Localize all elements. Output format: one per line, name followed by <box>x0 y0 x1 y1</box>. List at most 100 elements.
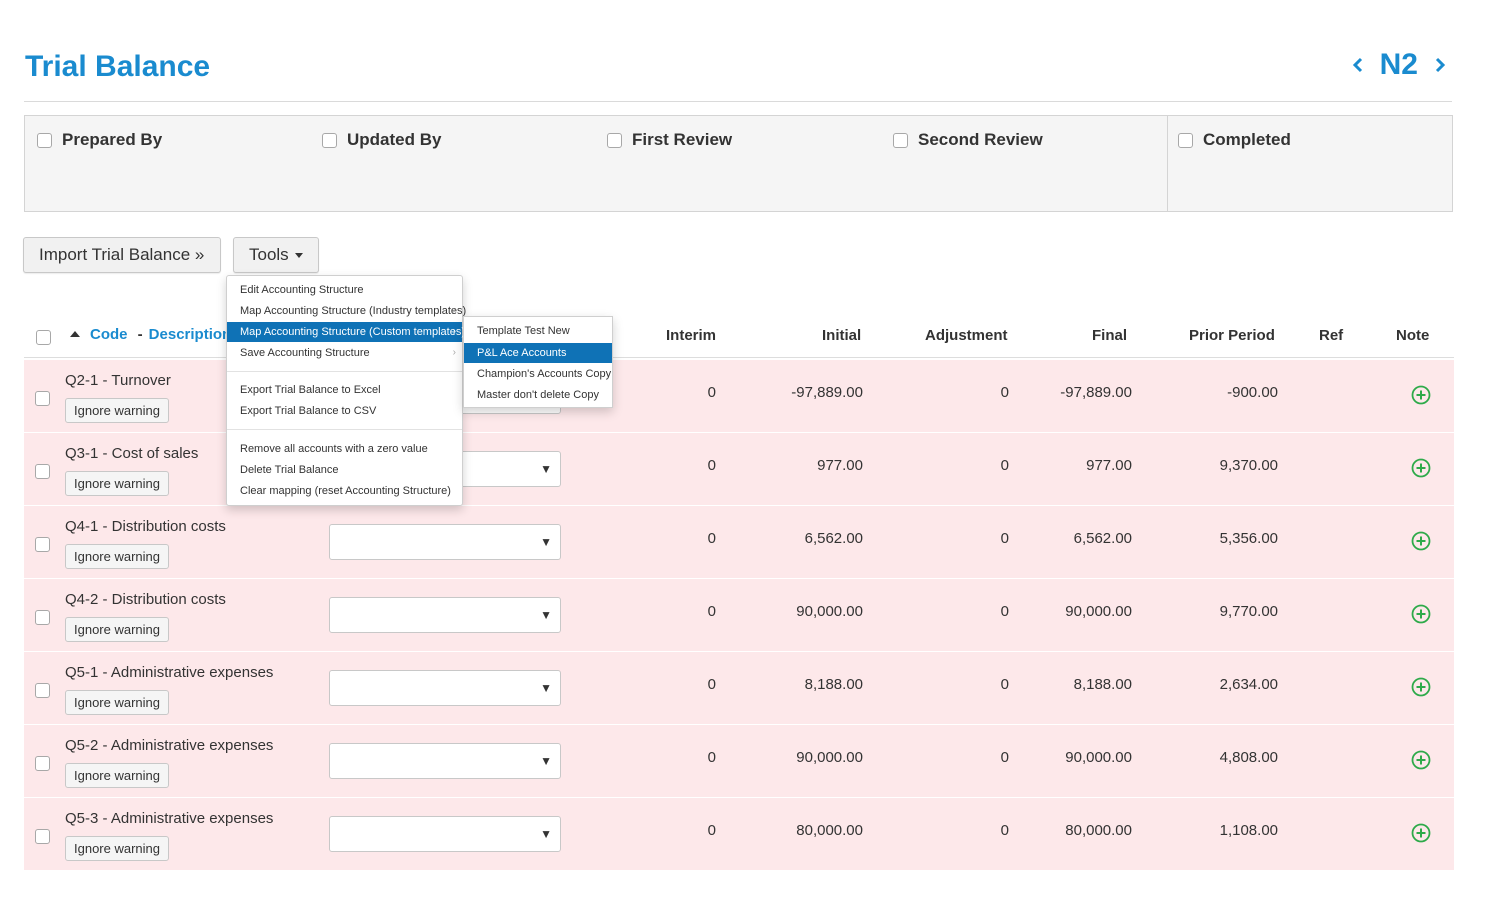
menu-item-remove-zero[interactable]: Remove all accounts with a zero value <box>227 439 462 459</box>
updated-by-checkbox[interactable] <box>322 132 337 148</box>
description-header-link[interactable]: Description <box>149 326 232 343</box>
first-review-checkbox[interactable] <box>607 132 622 148</box>
adjustment-value: 0 <box>1000 749 1009 766</box>
section-navigation: N2 <box>1352 48 1446 82</box>
select-arrow-icon: ▼ <box>540 535 552 549</box>
template-item[interactable]: Champion's Accounts Copy <box>464 364 612 384</box>
adjustment-value: 0 <box>1000 530 1009 547</box>
plus-circle-icon[interactable] <box>1411 677 1431 697</box>
code-description-header[interactable]: Code - Description <box>70 326 231 343</box>
menu-item-save-structure[interactable]: Save Accounting Structure › <box>227 343 462 363</box>
ignore-warning-button[interactable]: Ignore warning <box>65 763 169 788</box>
row-checkbox[interactable] <box>35 756 50 771</box>
ignore-warning-button[interactable]: Ignore warning <box>65 690 169 715</box>
ignore-warning-button[interactable]: Ignore warning <box>65 398 169 423</box>
menu-item-delete-tb[interactable]: Delete Trial Balance <box>227 460 462 480</box>
select-all-checkbox[interactable] <box>36 330 51 345</box>
mapping-select[interactable]: ▼ <box>329 597 561 633</box>
plus-circle-icon[interactable] <box>1411 823 1431 843</box>
page-title: Trial Balance <box>25 50 211 83</box>
final-header: Final <box>1092 327 1128 344</box>
header-separator: - <box>137 326 143 343</box>
import-trial-balance-button[interactable]: Import Trial Balance » <box>23 237 221 273</box>
signoff-completed[interactable]: Completed <box>1178 130 1291 150</box>
adjustment-value: 0 <box>1000 603 1009 620</box>
ignore-warning-button[interactable]: Ignore warning <box>65 544 169 569</box>
mapping-select[interactable]: ▼ <box>329 816 561 852</box>
ignore-warning-button[interactable]: Ignore warning <box>65 617 169 642</box>
submenu-arrow-icon: › <box>452 305 456 316</box>
menu-item-label: Export Trial Balance to Excel <box>240 384 381 396</box>
ref-header: Ref <box>1319 327 1344 344</box>
template-item[interactable]: Template Test New <box>464 321 612 341</box>
interim-value: 0 <box>707 384 716 401</box>
tools-dropdown-button[interactable]: Tools <box>233 237 319 273</box>
mapping-select[interactable]: ▼ <box>329 524 561 560</box>
menu-item-export-excel[interactable]: Export Trial Balance to Excel <box>227 380 462 400</box>
signoff-first-review[interactable]: First Review <box>607 130 732 150</box>
final-value: -97,889.00 <box>1060 384 1132 401</box>
first-review-label: First Review <box>632 130 733 149</box>
next-section-button[interactable] <box>1434 57 1446 73</box>
interim-value: 0 <box>707 676 716 693</box>
plus-circle-icon[interactable] <box>1411 750 1431 770</box>
prev-section-button[interactable] <box>1352 57 1364 73</box>
initial-value: 90,000.00 <box>796 749 863 766</box>
interim-header: Interim <box>666 327 717 344</box>
tools-menu: Edit Accounting Structure Map Accounting… <box>226 275 466 506</box>
adjustment-value: 0 <box>1000 384 1009 401</box>
menu-item-map-industry[interactable]: Map Accounting Structure (Industry templ… <box>227 301 466 321</box>
completed-checkbox[interactable] <box>1178 132 1193 148</box>
signoff-divider <box>1167 116 1168 211</box>
menu-item-map-custom[interactable]: Map Accounting Structure (Custom templat… <box>227 322 465 342</box>
table-row: Q4-2 - Distribution costs Ignore warning… <box>24 579 1454 652</box>
code-header-link[interactable]: Code <box>90 326 128 343</box>
template-item[interactable]: P&L Ace Accounts <box>464 343 612 363</box>
menu-item-clear-mapping[interactable]: Clear mapping (reset Accounting Structur… <box>227 481 462 501</box>
plus-circle-icon[interactable] <box>1411 458 1431 478</box>
prior-period-value: 5,356.00 <box>1219 530 1278 547</box>
ignore-warning-button[interactable]: Ignore warning <box>65 471 169 496</box>
initial-value: -97,889.00 <box>791 384 863 401</box>
final-value: 80,000.00 <box>1065 822 1132 839</box>
prior-period-value: 9,770.00 <box>1219 603 1278 620</box>
menu-item-export-csv[interactable]: Export Trial Balance to CSV <box>227 401 462 421</box>
plus-circle-icon[interactable] <box>1411 531 1431 551</box>
adjustment-value: 0 <box>1000 676 1009 693</box>
menu-item-edit-structure[interactable]: Edit Accounting Structure <box>227 280 462 300</box>
initial-value: 90,000.00 <box>796 603 863 620</box>
ignore-warning-button[interactable]: Ignore warning <box>65 836 169 861</box>
menu-item-label: Map Accounting Structure (Custom templat… <box>240 326 465 338</box>
mapping-select[interactable]: ▼ <box>329 743 561 779</box>
account-description: Q4-2 - Distribution costs <box>65 591 226 608</box>
note-header: Note <box>1396 327 1430 344</box>
menu-item-label: Save Accounting Structure <box>240 347 370 359</box>
completed-label: Completed <box>1203 130 1291 149</box>
signoff-second-review[interactable]: Second Review <box>893 130 1043 150</box>
account-description: Q2-1 - Turnover <box>65 372 171 389</box>
signoff-panel: Prepared By Updated By First Review Seco… <box>24 115 1453 212</box>
submenu-arrow-icon: › <box>452 326 456 337</box>
initial-value: 8,188.00 <box>804 676 863 693</box>
row-checkbox[interactable] <box>35 391 50 406</box>
signoff-updated-by[interactable]: Updated By <box>322 130 441 150</box>
second-review-checkbox[interactable] <box>893 132 908 148</box>
row-checkbox[interactable] <box>35 610 50 625</box>
menu-divider <box>227 371 462 372</box>
plus-circle-icon[interactable] <box>1411 604 1431 624</box>
mapping-select[interactable]: ▼ <box>329 670 561 706</box>
select-arrow-icon: ▼ <box>540 754 552 768</box>
prior-period-value: 1,108.00 <box>1219 822 1278 839</box>
final-value: 977.00 <box>1086 457 1132 474</box>
template-item[interactable]: Master don't delete Copy <box>464 385 612 405</box>
menu-item-label: Edit Accounting Structure <box>240 284 364 296</box>
prepared-by-checkbox[interactable] <box>37 132 52 148</box>
row-checkbox[interactable] <box>35 464 50 479</box>
row-checkbox[interactable] <box>35 829 50 844</box>
row-checkbox[interactable] <box>35 537 50 552</box>
row-checkbox[interactable] <box>35 683 50 698</box>
signoff-prepared-by[interactable]: Prepared By <box>37 130 162 150</box>
initial-value: 6,562.00 <box>804 530 863 547</box>
plus-circle-icon[interactable] <box>1411 385 1431 405</box>
select-arrow-icon: ▼ <box>540 608 552 622</box>
